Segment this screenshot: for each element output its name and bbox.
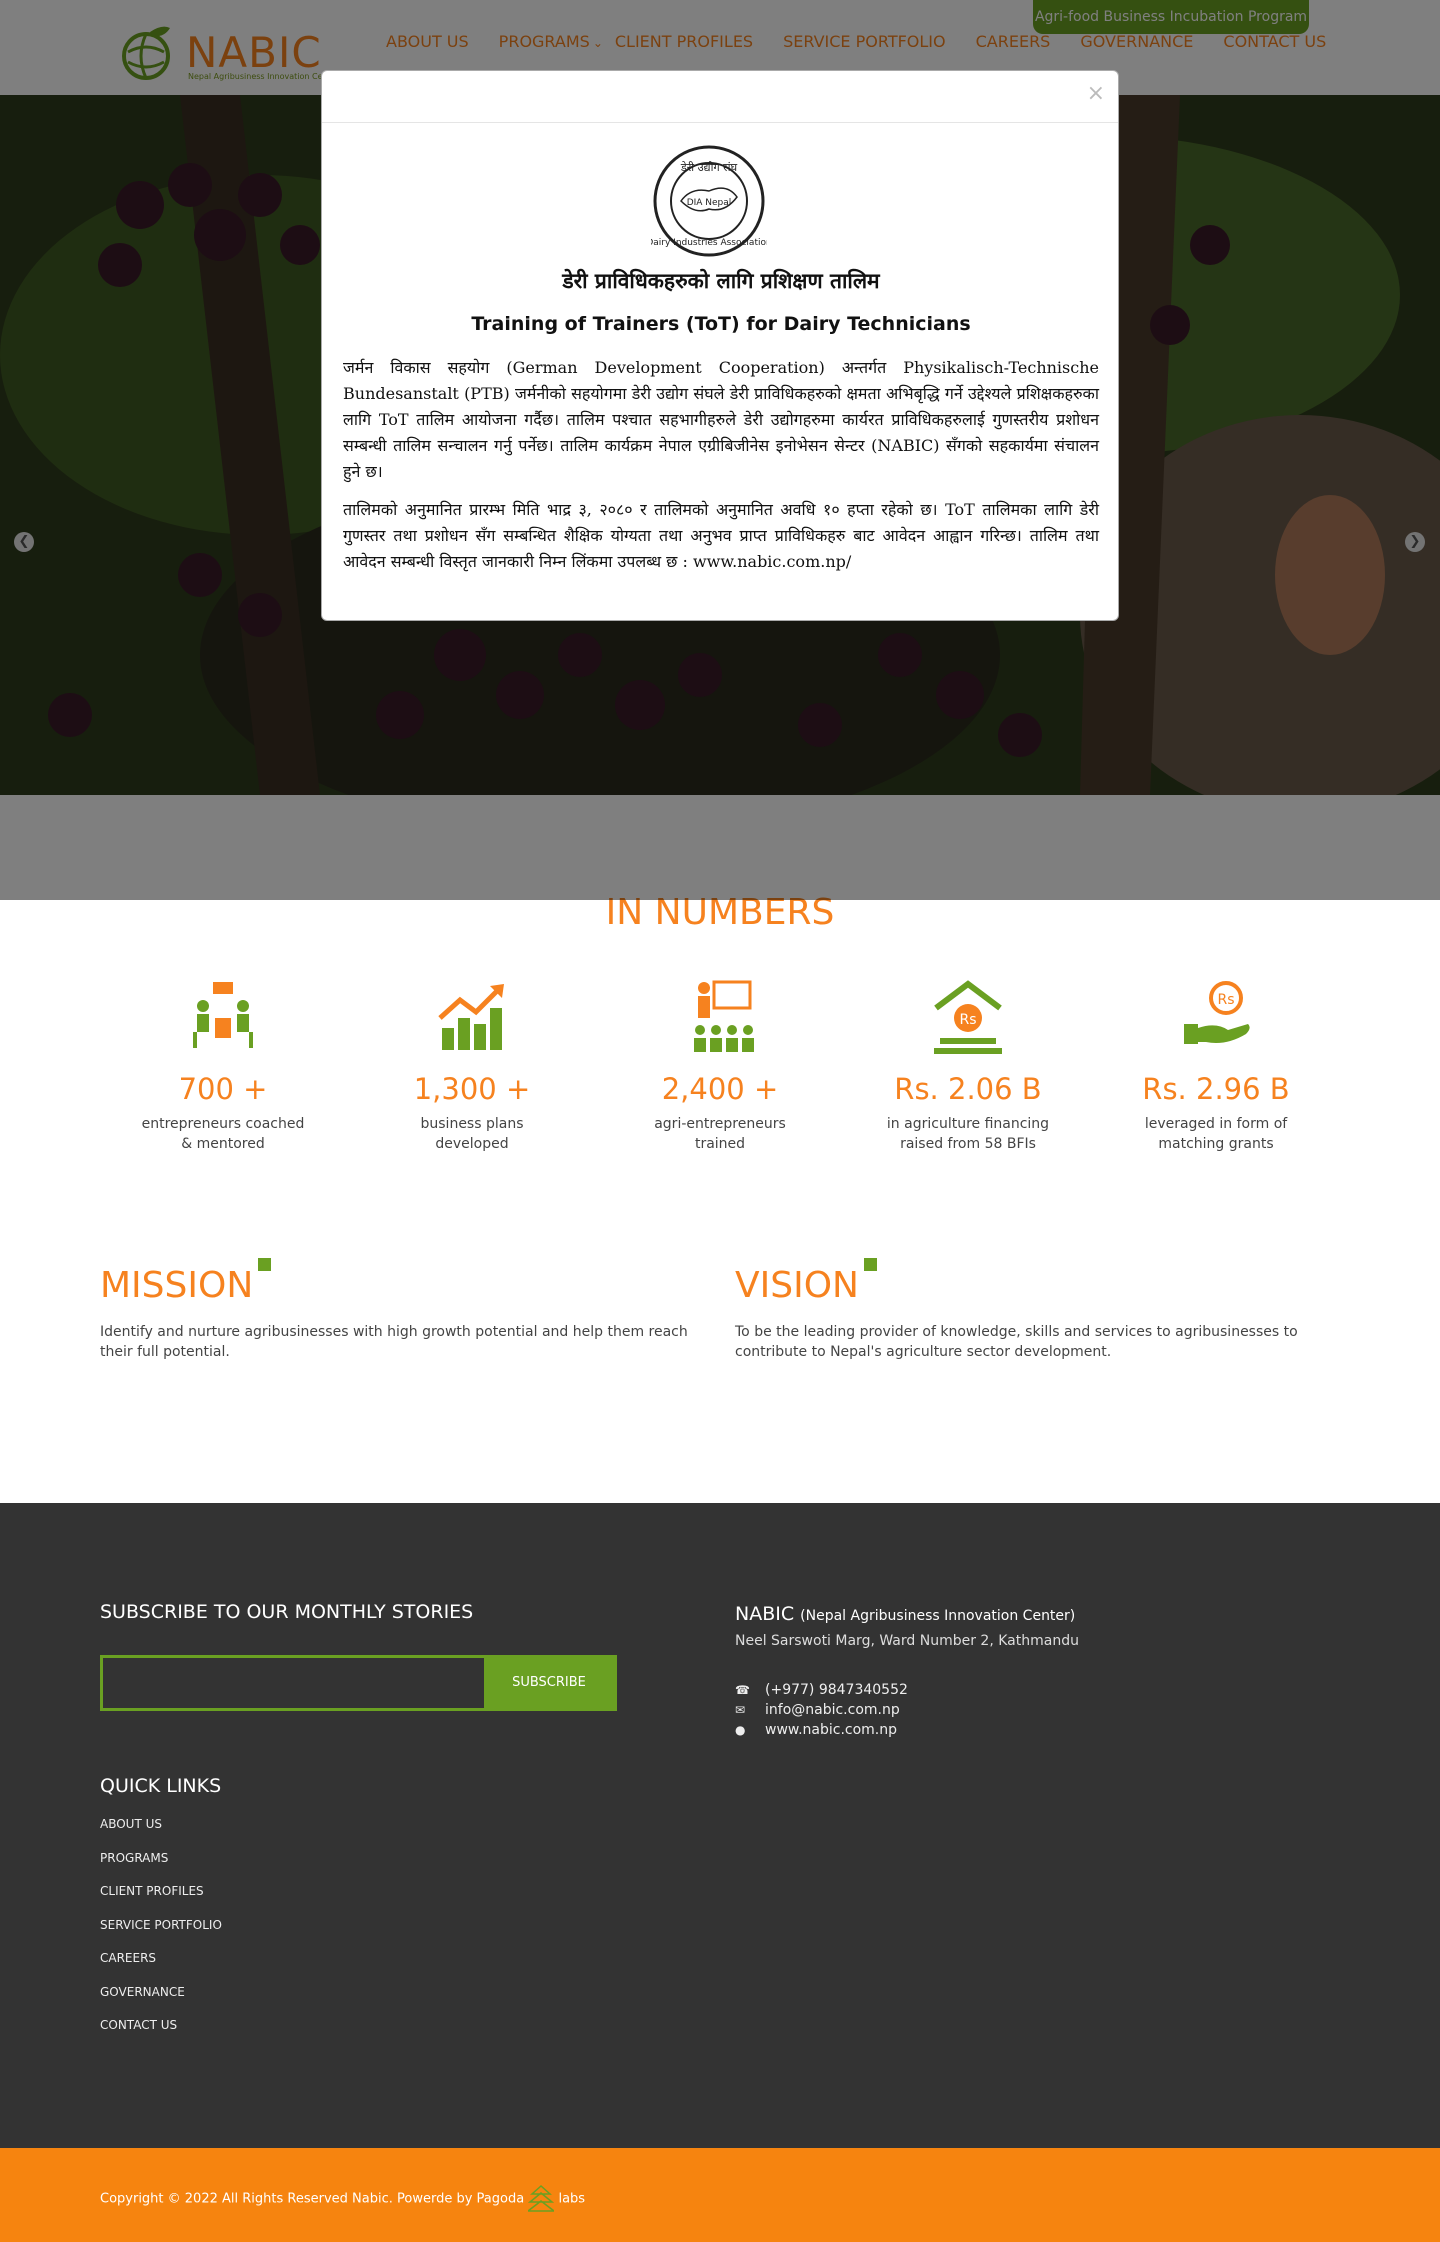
stat-desc: in agriculture financing raised from 58 B… <box>886 1116 1050 1152</box>
vision-text: To be the leading provider of knowledge,… <box>735 1324 1298 1360</box>
stat-desc: leveraged in form of matching grants <box>1144 1116 1288 1152</box>
vision-title: VISION <box>735 1258 877 1306</box>
training-icon <box>694 980 754 1052</box>
stat-value: Rs. 2.96 B <box>1142 1072 1290 1106</box>
mentoring-icon <box>193 982 253 1048</box>
stat-value: Rs. 2.06 B <box>894 1072 1042 1106</box>
quick-link-service-portfolio[interactable]: SERVICE PORTFOLIO <box>100 1913 222 1947</box>
quick-link-careers[interactable]: CAREERS <box>100 1946 222 1980</box>
quick-link-about-us[interactable]: ABOUT US <box>100 1812 222 1846</box>
stat-item: Rs Rs. 2.96 B leveraged in form of matchi… <box>1116 978 1316 1154</box>
vision-section: VISION To be the leading provider of kno… <box>735 1258 1325 1362</box>
quick-link-programs[interactable]: PROGRAMS <box>100 1846 222 1880</box>
modal-paragraph-2: तालिमको अनुमानित प्रारम्भ मिति भाद्र ३, … <box>343 500 1099 571</box>
growth-chart-icon <box>438 984 504 1050</box>
dia-seal-logo: डेरी उद्योग संघ DIA Nepal Dairy Industri… <box>651 145 767 257</box>
stat-desc: entrepreneurs coached & mentored <box>141 1116 305 1152</box>
quick-link-governance[interactable]: GOVERNANCE <box>100 1980 222 2014</box>
subscribe-form: SUBSCRIBE <box>100 1655 617 1711</box>
modal-header: × <box>322 71 1118 123</box>
announcement-modal: × डेरी उद्योग संघ DIA Nepal Dairy Indust… <box>321 70 1119 621</box>
stat-item: 2,400 + agri-entrepreneurs trained <box>620 978 820 1154</box>
subscribe-email-input[interactable] <box>103 1658 487 1708</box>
envelope-icon: ✉ <box>735 1703 746 1717</box>
accent-square <box>863 1258 877 1271</box>
modal-paragraph-1: जर्मन विकास सहयोग (German Development Co… <box>343 358 1099 481</box>
site-footer: SUBSCRIBE TO OUR MONTHLY STORIES SUBSCRI… <box>0 1503 1440 2148</box>
stat-value: 2,400 + <box>661 1072 779 1106</box>
stat-item: Rs Rs. 2.06 B in agriculture financing ra… <box>868 978 1068 1154</box>
phone-icon: ☎ <box>735 1683 750 1697</box>
quick-link-contact-us[interactable]: CONTACT US <box>100 2013 222 2047</box>
contact-website[interactable]: ● www.nabic.com.np <box>735 1722 897 1738</box>
grant-hand-icon: Rs <box>1184 981 1250 1044</box>
stat-value: 700 + <box>178 1072 268 1106</box>
contact-phone[interactable]: ☎ (+977) 9847340552 <box>735 1682 908 1698</box>
accent-square <box>258 1258 272 1271</box>
stat-desc: business plans developed <box>420 1116 524 1152</box>
svg-text:DIA Nepal: DIA Nepal <box>687 198 732 208</box>
stat-value: 1,300 + <box>413 1072 531 1106</box>
pagoda-labs-link[interactable]: labs <box>558 2192 585 2207</box>
copyright-text: Copyright © 2022 All Rights Reserved Nab… <box>100 2184 585 2214</box>
org-name: NABIC (Nepal Agribusiness Innovation Cen… <box>735 1603 1076 1625</box>
stat-desc: agri-entrepreneurs trained <box>654 1116 786 1152</box>
quick-link-client-profiles[interactable]: CLIENT PROFILES <box>100 1879 222 1913</box>
bank-rs-icon: Rs <box>934 980 1002 1054</box>
modal-title-english: Training of Trainers (ToT) for Dairy Tec… <box>471 313 971 335</box>
svg-text:डेरी उद्योग संघ: डेरी उद्योग संघ <box>680 161 738 174</box>
copyright-bar: Copyright © 2022 All Rights Reserved Nab… <box>0 2148 1440 2242</box>
stat-item: 700 + entrepreneurs coached & mentored <box>123 978 323 1154</box>
pagoda-logo-icon <box>526 2184 557 2212</box>
modal-title-nepali: डेरी प्राविधिकहरुको लागि प्रशिक्षण तालिम <box>562 269 880 293</box>
svg-text:Dairy Industries Association: Dairy Industries Association <box>651 238 767 248</box>
quick-links: ABOUT US PROGRAMS CLIENT PROFILES SERVIC… <box>100 1812 222 2047</box>
mission-title: MISSION <box>100 1258 272 1306</box>
mission-text: Identify and nurture agribusinesses with… <box>100 1324 688 1360</box>
contact-email[interactable]: ✉ info@nabic.com.np <box>735 1702 900 1718</box>
chat-icon: ● <box>735 1723 746 1737</box>
svg-text:Rs: Rs <box>959 1012 976 1028</box>
stat-item: 1,300 + business plans developed <box>372 978 572 1154</box>
close-icon[interactable]: × <box>1087 81 1105 106</box>
subscribe-title: SUBSCRIBE TO OUR MONTHLY STORIES <box>100 1601 474 1623</box>
org-address: Neel Sarswoti Marg, Ward Number 2, Kathm… <box>735 1633 1079 1649</box>
svg-text:Rs: Rs <box>1217 992 1234 1008</box>
subscribe-button[interactable]: SUBSCRIBE <box>484 1655 614 1711</box>
quick-links-title: QUICK LINKS <box>100 1775 222 1797</box>
mission-section: MISSION Identify and nurture agribusines… <box>100 1258 690 1362</box>
